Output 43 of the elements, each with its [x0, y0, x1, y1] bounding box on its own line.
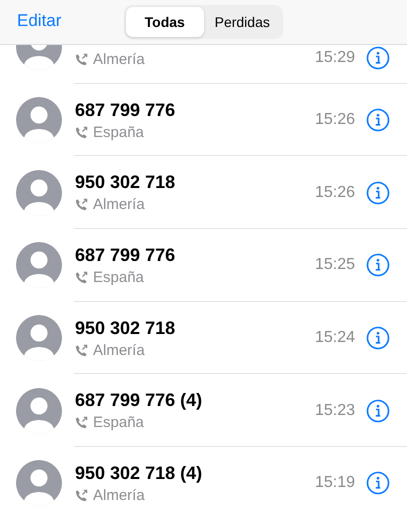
info-icon[interactable] — [366, 46, 390, 70]
caller-number: 950 302 718 — [75, 172, 176, 194]
info-icon[interactable] — [366, 180, 390, 205]
call-time: 15:25 — [314, 256, 355, 274]
call-location: España — [93, 124, 144, 141]
caller-number: 687 799 776 — [75, 100, 176, 121]
call-time: 15:19 — [314, 474, 355, 492]
info-icon[interactable] — [366, 471, 390, 496]
caller-number: 950 302 718 (4) — [75, 462, 204, 484]
call-location: Almería — [93, 342, 145, 359]
call-location: Almería — [93, 486, 145, 504]
info-icon[interactable] — [366, 398, 390, 423]
outgoing-call-icon — [75, 488, 88, 502]
outgoing-call-icon — [75, 126, 88, 139]
avatar-icon — [16, 242, 62, 288]
call-time: 15:23 — [314, 402, 355, 420]
avatar-icon — [16, 97, 62, 144]
call-location: Almería — [93, 50, 145, 68]
outgoing-call-icon — [75, 52, 88, 66]
caller-number: 687 799 776 (4) — [75, 390, 204, 412]
call-location: España — [93, 414, 144, 432]
avatar-icon — [16, 315, 62, 362]
segment-tab[interactable]: Perdidas — [204, 7, 281, 37]
outgoing-call-icon — [75, 198, 88, 212]
info-icon[interactable] — [366, 326, 390, 350]
call-location: Almería — [93, 196, 145, 214]
call-time: 15:26 — [314, 111, 355, 130]
info-icon[interactable] — [366, 253, 390, 278]
call-time: 15:29 — [314, 49, 355, 68]
info-icon[interactable] — [366, 108, 390, 132]
avatar-icon — [16, 388, 62, 434]
avatar-icon — [16, 170, 62, 216]
caller-number: 950 302 718 — [75, 318, 176, 339]
outgoing-call-icon — [75, 344, 88, 357]
outgoing-call-icon — [75, 270, 88, 284]
caller-number: 687 799 776 — [75, 244, 176, 266]
edit-link[interactable]: Editar — [17, 11, 62, 31]
avatar-icon — [16, 460, 62, 506]
call-time: 15:24 — [314, 329, 355, 348]
segment-tab[interactable]: Todas — [126, 7, 204, 37]
call-time: 15:26 — [314, 184, 355, 202]
call-location: España — [93, 268, 144, 286]
outgoing-call-icon — [75, 416, 88, 430]
